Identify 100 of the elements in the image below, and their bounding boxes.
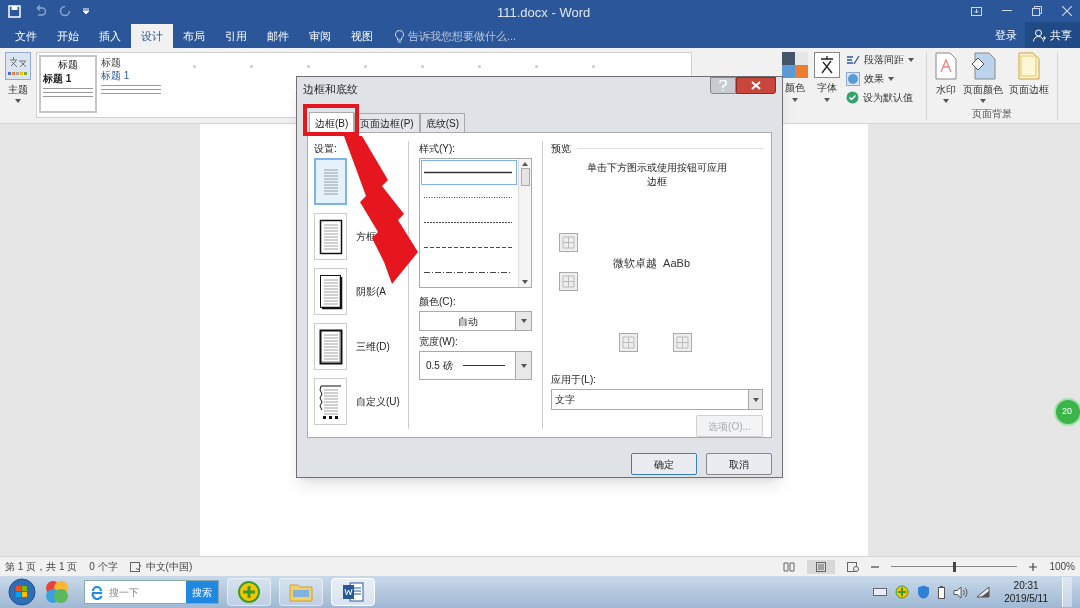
- caret-icon: [943, 99, 949, 103]
- setting-option[interactable]: [314, 323, 347, 370]
- line-sample-icon: [424, 171, 512, 174]
- scroll-down-icon[interactable]: [522, 280, 528, 284]
- save-icon[interactable]: [8, 4, 21, 18]
- plus-circle-icon: [238, 581, 260, 603]
- document-icon: [342, 581, 364, 603]
- color-dropdown[interactable]: 自动: [419, 311, 532, 331]
- search-button[interactable]: 搜索: [186, 581, 218, 603]
- print-layout-button[interactable]: [807, 559, 836, 574]
- dialog-tab[interactable]: 底纹(S): [419, 113, 466, 132]
- scroll-thumb[interactable]: [520, 168, 530, 186]
- watermark-button[interactable]: 水印: [933, 52, 959, 103]
- line-style-list[interactable]: [419, 158, 532, 288]
- caret-icon: [15, 99, 21, 103]
- folder-icon: [289, 582, 313, 602]
- caret-icon: [792, 98, 798, 102]
- keyboard-icon[interactable]: [873, 588, 888, 596]
- language-indicator[interactable]: 中文(中国): [145, 559, 193, 574]
- web-layout-icon[interactable]: [847, 561, 860, 572]
- zoom-in-icon[interactable]: [1029, 562, 1038, 571]
- close-icon[interactable]: [1062, 6, 1072, 16]
- menu-tab[interactable]: 视图: [341, 24, 383, 48]
- grid-icon: [620, 334, 637, 351]
- paint-bucket-icon: [970, 52, 996, 80]
- style-thumbnail[interactable]: 标题 标题 1: [39, 55, 97, 113]
- colorful-ball-icon[interactable]: [44, 579, 70, 605]
- tell-me-field[interactable]: 告诉我您想要做什么...: [408, 27, 517, 45]
- paragraph-spacing-button[interactable]: 段落间距: [846, 52, 914, 67]
- preview-sample: 微软卓越 AaBb: [613, 256, 691, 271]
- dialog-tab[interactable]: 页面边框(P): [354, 113, 420, 132]
- setting-option[interactable]: [314, 213, 347, 260]
- slider-thumb[interactable]: [952, 561, 956, 572]
- clock-date[interactable]: 2019/5/11: [1004, 592, 1048, 605]
- line-style-option[interactable]: [421, 160, 517, 185]
- zoom-level[interactable]: 100%: [1049, 559, 1075, 574]
- redo-icon[interactable]: [59, 5, 71, 17]
- menu-tab[interactable]: 设计: [131, 24, 173, 48]
- help-button[interactable]: [710, 77, 736, 94]
- caret-icon: [520, 319, 527, 323]
- apply-to-dropdown[interactable]: 文字: [551, 389, 763, 411]
- menu-tab[interactable]: 文件: [5, 24, 47, 48]
- character-icon: [814, 52, 840, 78]
- width-dropdown[interactable]: 0.5 磅: [419, 351, 532, 380]
- caret-icon: [824, 98, 830, 102]
- theme-button[interactable]: 主题: [0, 48, 36, 123]
- set-default-button[interactable]: 设为默认值: [846, 90, 914, 105]
- battery-icon[interactable]: [938, 585, 946, 599]
- help-icon: [719, 80, 727, 91]
- word-count[interactable]: 0 个字: [89, 559, 118, 574]
- caret-icon: [980, 99, 986, 103]
- settings-label: 设置:: [314, 142, 338, 156]
- scrollbar[interactable]: [518, 159, 531, 287]
- clock-time[interactable]: 20:31: [1013, 579, 1039, 592]
- setting-label: 三维(D): [356, 340, 390, 354]
- speaker-icon[interactable]: [953, 585, 969, 599]
- ok-button[interactable]: 确定: [631, 453, 697, 475]
- color-label: 颜色(C):: [419, 295, 457, 309]
- width-label: 宽度(W):: [419, 335, 459, 349]
- sign-in-link[interactable]: 登录: [987, 26, 1025, 44]
- menu-tab[interactable]: 引用: [215, 24, 257, 48]
- fonts-button[interactable]: 字体: [814, 52, 840, 123]
- scroll-up-icon[interactable]: [522, 162, 528, 166]
- color-button[interactable]: 页面颜色: [961, 52, 1005, 103]
- customize-icon[interactable]: [83, 8, 89, 14]
- line-sample-icon: [424, 271, 512, 274]
- setting-option[interactable]: [314, 268, 347, 315]
- page-count[interactable]: 第 1 页，共 1 页: [5, 559, 78, 574]
- shield-icon[interactable]: [917, 585, 931, 599]
- effects-button[interactable]: 效果: [846, 71, 914, 86]
- menu-tab[interactable]: 布局: [173, 24, 215, 48]
- cancel-button[interactable]: 取消: [706, 453, 772, 475]
- read-mode-icon[interactable]: [783, 561, 796, 572]
- brush-icon: [846, 53, 860, 66]
- lightbulb-icon: [395, 29, 404, 43]
- ribbon-display-icon[interactable]: [971, 6, 982, 16]
- network-icon[interactable]: [976, 586, 991, 598]
- start-button[interactable]: [8, 578, 36, 606]
- line-sample-icon: [424, 246, 512, 249]
- menu-tab[interactable]: 邮件: [257, 24, 299, 48]
- restore-icon[interactable]: [1032, 6, 1042, 16]
- menu-tab[interactable]: 插入: [89, 24, 131, 48]
- border-button[interactable]: 页面边框: [1007, 52, 1051, 103]
- search-box[interactable]: 搜一下 搜索: [84, 580, 219, 604]
- zoom-slider[interactable]: [891, 561, 1018, 572]
- close-icon: [751, 81, 761, 90]
- minimize-icon[interactable]: [1002, 10, 1012, 12]
- colors-button[interactable]: 颜色: [782, 52, 808, 123]
- close-button[interactable]: [736, 77, 776, 94]
- dialog-tab[interactable]: 边框(B): [309, 112, 355, 133]
- watermark-icon: [935, 52, 957, 80]
- caret-icon: [908, 57, 914, 62]
- taskbar-item[interactable]: [227, 578, 271, 606]
- menu-tab[interactable]: 审阅: [299, 24, 341, 48]
- menu-tab[interactable]: 开始: [47, 24, 89, 48]
- taskbar-item[interactable]: [331, 578, 375, 606]
- dialog-title: 边框和底纹: [303, 81, 358, 97]
- setting-option[interactable]: [314, 378, 347, 425]
- share-button[interactable]: 共享: [1025, 22, 1080, 48]
- proofing-icon[interactable]: [129, 561, 142, 572]
